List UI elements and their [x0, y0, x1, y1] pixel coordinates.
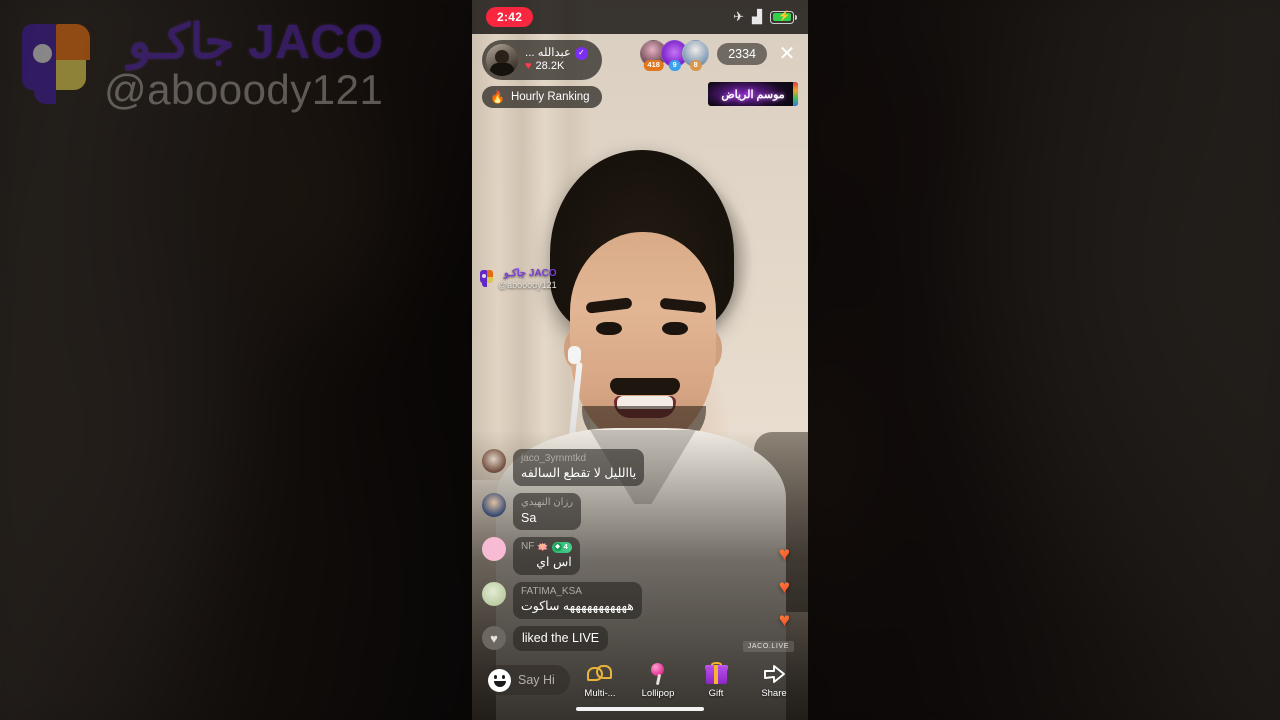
watermark-handle: @abooody121: [104, 66, 384, 114]
chat-message: NF 🪷 ◆ 4 اس اي: [482, 537, 682, 575]
gift-icon: [704, 662, 728, 686]
chat-text: liked the LIVE: [522, 631, 600, 646]
viewer-list: 418 9 8 2334 ✕: [640, 40, 798, 71]
battery-charging-icon: ⚡: [770, 10, 797, 24]
chat-list[interactable]: jaco_3yrnmtkd ياالليل لا تقطع السالفه رز…: [482, 448, 682, 658]
chat-input[interactable]: Say Hi: [484, 665, 570, 695]
floating-heart-icon: ♥: [778, 544, 790, 565]
level-badge: ◆ 4: [551, 541, 572, 553]
jaco-logo-icon: [22, 24, 90, 106]
heart-icon: ♥: [525, 60, 532, 73]
gift-label: Gift: [708, 687, 724, 699]
lollipop-icon: [648, 662, 668, 686]
chat-message: FATIMA_KSA هههههههههههه ساكوت: [482, 581, 682, 620]
live-stream-screen: JACO جاكـو @abooody121 2:42 ✈ ▟ ⚡ عبدالل…: [0, 0, 1280, 720]
multi-guest-icon: [587, 662, 613, 686]
level-dot-icon: ◆: [553, 543, 562, 552]
share-button[interactable]: Share: [752, 662, 796, 699]
wifi-icon: ▟: [752, 9, 762, 24]
chat-avatar[interactable]: [482, 493, 506, 517]
chat-text: اس اي: [536, 554, 572, 569]
verified-badge-icon: ✓: [574, 46, 588, 60]
stream-tag-handle: @abooody121: [498, 279, 557, 290]
airplane-mode-icon: ✈: [733, 9, 744, 24]
chat-username: NF: [521, 541, 535, 553]
status-bar: 2:42 ✈ ▟ ⚡: [472, 0, 808, 34]
level-value: 4: [563, 542, 568, 552]
host-name: عبدالله ...: [525, 47, 571, 60]
home-indicator[interactable]: [576, 706, 704, 711]
chat-message: ♥ liked the LIVE: [482, 626, 682, 651]
like-count: 28.2K: [535, 60, 565, 73]
viewer-count[interactable]: 2334: [717, 42, 767, 65]
viewer-rank-1: 418: [643, 59, 664, 71]
viewer-rank-2: 9: [668, 59, 681, 71]
host-avatar[interactable]: [486, 44, 518, 76]
stream-tag-name: JACO جاكـو: [504, 268, 557, 279]
chat-message: رزان النهيدي Sa: [482, 493, 682, 531]
live-watermark: JACO.LIVE: [742, 641, 794, 652]
lollipop-label: Lollipop: [641, 687, 675, 699]
hourly-ranking-button[interactable]: 🔥 Hourly Ranking: [482, 86, 602, 108]
multi-guest-label: Multi-...: [584, 687, 616, 699]
stream-watermark-tag: JACO جاكـو @abooody121: [480, 268, 557, 290]
chat-text: Sa: [521, 510, 537, 525]
lollipop-button[interactable]: Lollipop: [636, 662, 680, 699]
gift-button[interactable]: Gift: [694, 662, 738, 699]
chat-avatar[interactable]: [482, 537, 506, 562]
lotus-badge-icon: 🪷: [537, 542, 549, 553]
close-icon[interactable]: ✕: [776, 44, 798, 64]
watermark-name: JACO جاكـو: [128, 16, 384, 69]
flame-icon: 🔥: [490, 90, 505, 104]
chat-username: FATIMA_KSA: [521, 585, 582, 597]
chat-avatar[interactable]: [482, 581, 506, 606]
chat-input-placeholder: Say Hi: [518, 673, 555, 687]
jaco-logo-small-icon: [480, 270, 493, 288]
floating-heart-icon: ♥: [778, 577, 790, 598]
hourly-ranking-label: Hourly Ranking: [510, 91, 590, 103]
season-banner[interactable]: موسم الرياض: [708, 82, 798, 106]
chat-message: jaco_3yrnmtkd ياالليل لا تقطع السالفه: [482, 448, 682, 486]
floating-heart-icon: ♥: [778, 610, 790, 631]
share-label: Share: [761, 687, 787, 699]
chat-text: ياالليل لا تقطع السالفه: [521, 466, 637, 481]
chat-username: رزان النهيدي: [521, 497, 574, 508]
recording-timer: 2:42: [486, 7, 534, 27]
background-watermark: JACO جاكـو @abooody121: [22, 16, 384, 114]
season-banner-label: موسم الرياض: [721, 88, 785, 101]
chat-avatar[interactable]: [482, 448, 506, 473]
viewer-avatar-3[interactable]: 8: [682, 40, 710, 71]
floating-hearts: ♥ ♥ ♥: [779, 544, 790, 632]
multi-guest-button[interactable]: Multi-...: [578, 662, 622, 699]
bottom-action-bar: Say Hi Multi-... Lollipop Gift Share: [472, 658, 808, 702]
emoji-icon[interactable]: [488, 668, 511, 692]
share-icon: [762, 662, 786, 686]
blurred-background-right: [808, 0, 1280, 720]
viewer-rank-3: 8: [689, 59, 702, 71]
heart-avatar-icon: ♥: [482, 626, 506, 651]
chat-username: jaco_3yrnmtkd: [521, 452, 587, 464]
phone-viewport: 2:42 ✈ ▟ ⚡ عبدالله ... ✓ ♥ 28.2K 🔥 Hourl…: [472, 0, 808, 720]
chat-text: هههههههههههه ساكوت: [521, 599, 634, 614]
host-info-card[interactable]: عبدالله ... ✓ ♥ 28.2K: [482, 40, 602, 80]
